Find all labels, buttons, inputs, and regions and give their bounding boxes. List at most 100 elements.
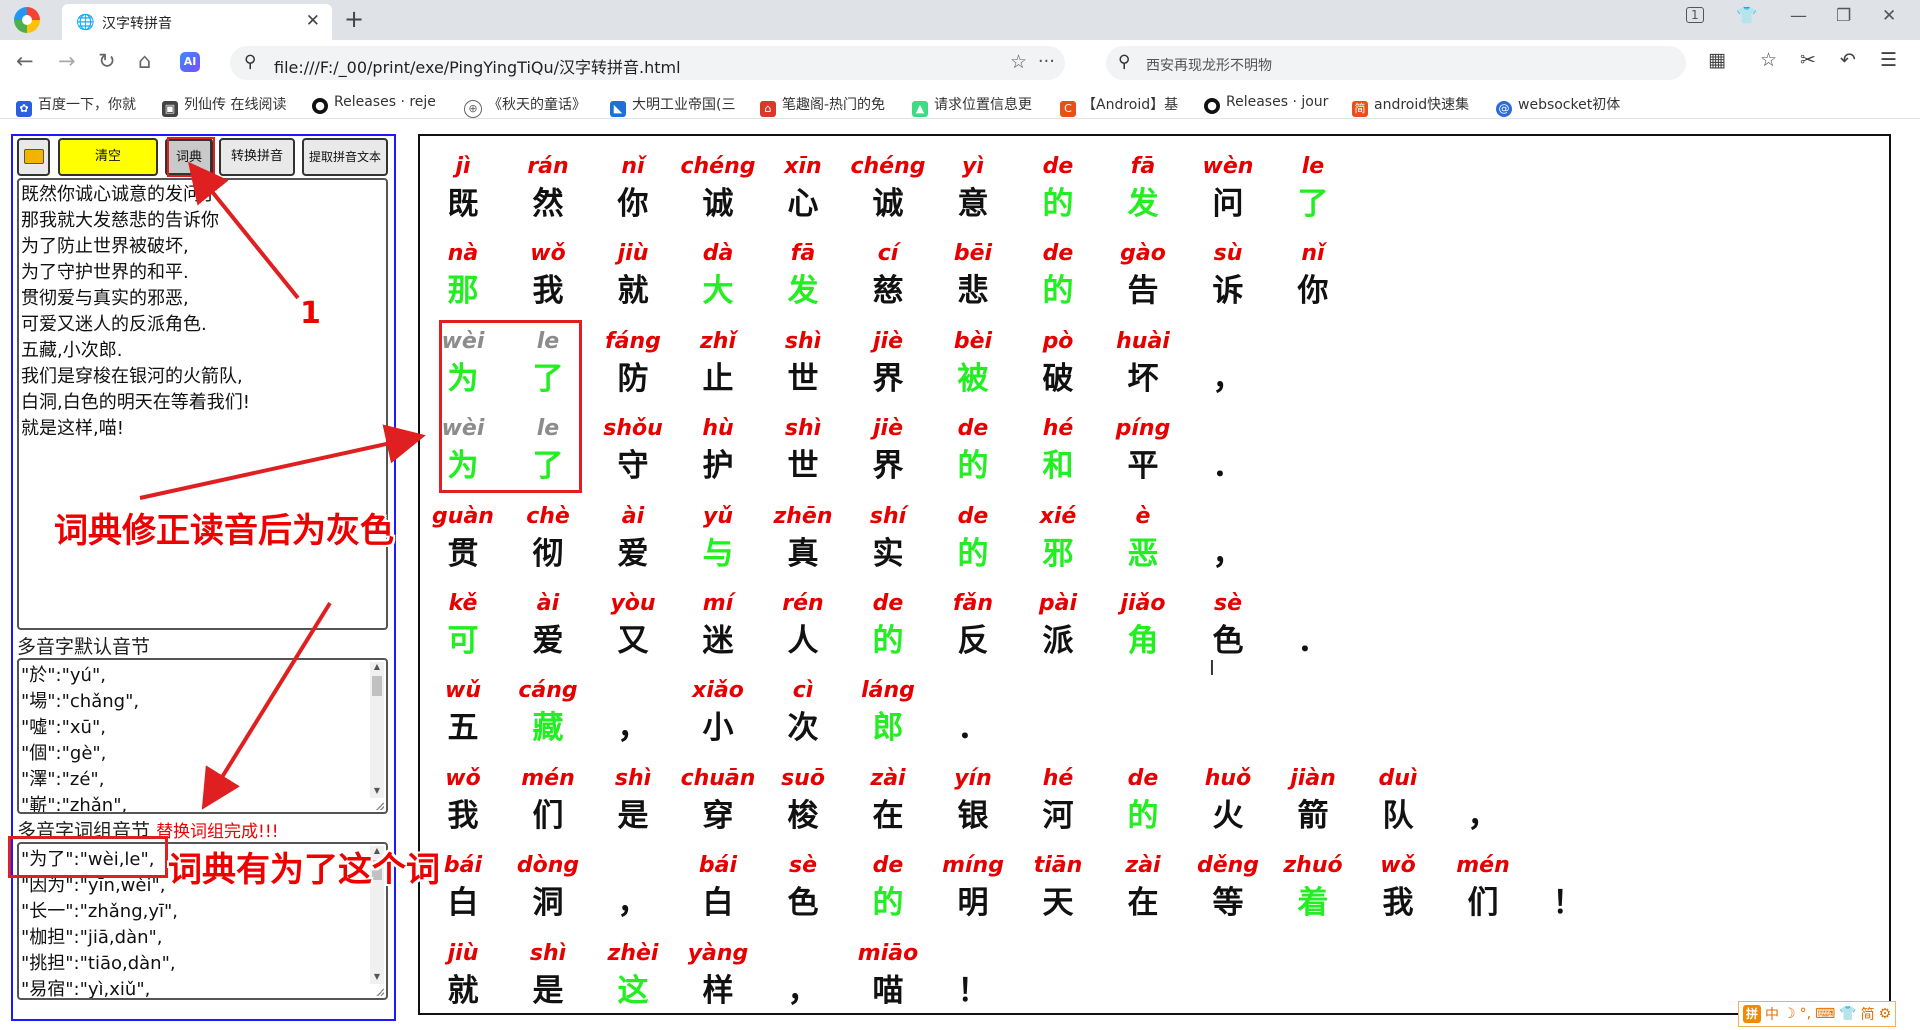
search-icon: ⚲: [1118, 52, 1131, 72]
forward-icon[interactable]: →: [58, 49, 76, 73]
keyboard-icon[interactable]: ⌨: [1815, 1006, 1835, 1022]
resize-handle-icon[interactable]: [374, 986, 384, 996]
star-icon[interactable]: ☆: [1010, 51, 1027, 73]
apps-grid-icon[interactable]: ▦: [1708, 49, 1726, 71]
shirt-icon[interactable]: 👕: [1736, 6, 1757, 26]
bookmark-0[interactable]: ✿ 百度一下，你就: [16, 94, 136, 117]
tab-bar: 🌐 汉字转拼音 ✕ + 1 👕 — ❐ ✕: [0, 0, 1920, 40]
hanzi-character: 就: [447, 972, 479, 1009]
pinyin-syllable: jiè: [872, 416, 903, 442]
bookmark-9[interactable]: 简 android快速集: [1352, 94, 1469, 117]
dict-line: "枷担":"jiā,dàn",: [21, 927, 163, 948]
minimize-icon[interactable]: —: [1790, 6, 1807, 26]
hanzi-character: 和: [1042, 448, 1074, 485]
open-file-button[interactable]: [17, 138, 50, 176]
hanzi-character: 的: [872, 885, 904, 922]
bookmark-5[interactable]: ⌂ 笔趣阁-热门的免: [760, 94, 885, 117]
favorites-icon[interactable]: ☆: [1760, 49, 1777, 71]
ime-simplified[interactable]: 简: [1861, 1004, 1875, 1024]
tab-count-badge[interactable]: 1: [1686, 7, 1704, 23]
pinyin-cell: yàng 样: [680, 939, 756, 1013]
bookmark-7[interactable]: C 【Android】基: [1060, 94, 1178, 117]
close-window-icon[interactable]: ✕: [1882, 6, 1896, 26]
pinyin-cell: de 的: [935, 502, 1011, 576]
hanzi-character: ，: [617, 710, 649, 747]
source-text-input[interactable]: 既然你诚心诚意的发问了 那我就大发慈悲的告诉你 为了防止世界被破坏, 为了守护世…: [17, 178, 388, 630]
text-cursor-icon: I: [1209, 656, 1215, 680]
scroll-thumb[interactable]: [372, 676, 382, 696]
ime-toolbar[interactable]: 拼 中 ☽ °, ⌨ 👕 简 ⚙: [1738, 1001, 1897, 1027]
pinyin-syllable: xīn: [784, 154, 822, 179]
home-icon[interactable]: ⌂: [138, 49, 151, 73]
pinyin-cell: bái 白: [680, 851, 756, 925]
bookmark-2[interactable]: ● Releases · reje: [312, 94, 436, 114]
dictionary-button-highlight: [167, 137, 215, 177]
new-tab-icon[interactable]: +: [344, 5, 364, 33]
scrollbar[interactable]: ▲ ▼: [370, 662, 384, 798]
book-icon: ▣: [162, 101, 178, 117]
bookmark-8[interactable]: ● Releases · jour: [1204, 94, 1328, 114]
bookmark-6[interactable]: ▲ 请求位置信息更: [912, 94, 1032, 117]
ime-chinese-mode[interactable]: 中: [1765, 1004, 1779, 1024]
hanzi-character: 的: [1042, 186, 1074, 222]
pinyin-cell: hé 和: [1020, 414, 1096, 488]
close-tab-icon[interactable]: ✕: [306, 11, 320, 31]
hanzi-character: 这: [617, 972, 649, 1009]
reload-icon[interactable]: ↻: [98, 49, 116, 73]
pinyin-syllable: hé: [1042, 416, 1074, 442]
search-box[interactable]: ⚲ 西安再现龙形不明物: [1106, 46, 1686, 80]
browser-logo-icon[interactable]: [14, 7, 40, 33]
pinyin-syllable: shí: [869, 503, 907, 529]
pinyin-syllable: yàng: [687, 940, 749, 966]
hanzi-character: 问: [1212, 186, 1244, 222]
hanzi-character: 迷: [702, 623, 734, 659]
bookmark-1[interactable]: ▣ 列仙传 在线阅读: [162, 94, 286, 117]
moon-icon[interactable]: ☽: [1783, 1006, 1796, 1022]
annotation-dict-note: 词典有为了这个词: [168, 850, 440, 890]
undo-icon[interactable]: ↶: [1840, 49, 1856, 71]
pinyin-cell: shǒu 守: [595, 414, 671, 488]
hanzi-character: 彻: [532, 535, 564, 572]
dict-line: "於":"yú",: [21, 665, 106, 686]
hanzi-character: 你: [617, 186, 649, 222]
pinyin-cell: wǒ 我: [1360, 851, 1436, 925]
convert-pinyin-button[interactable]: 转换拼音: [219, 138, 295, 176]
bookmark-4[interactable]: ◣ 大明工业帝国(三: [610, 94, 735, 117]
back-icon[interactable]: ←: [16, 49, 34, 73]
active-tab[interactable]: 🌐 汉字转拼音 ✕: [62, 4, 332, 40]
settings-gear-icon[interactable]: ⚙: [1879, 1006, 1892, 1022]
hanzi-character: 坏: [1127, 360, 1159, 397]
hanzi-character: 银: [957, 797, 989, 834]
menu-icon[interactable]: ☰: [1880, 49, 1897, 71]
address-bar[interactable]: ⚲ file:///F:/_00/print/exe/PingYingTiQu/…: [230, 46, 1065, 80]
pinyin-syllable: shì: [784, 328, 822, 354]
more-icon[interactable]: ···: [1038, 51, 1055, 72]
punctuation-icon[interactable]: °,: [1800, 1006, 1811, 1022]
clear-button[interactable]: 清空: [58, 138, 158, 176]
hanzi-character: 在: [1127, 885, 1159, 922]
pinyin-cell: de 的: [850, 851, 926, 925]
scroll-down-icon[interactable]: ▼: [370, 972, 384, 984]
pinyin-cell: xiǎo 小: [680, 676, 756, 750]
bookmark-3[interactable]: ⊕ 《秋天的童话》: [464, 94, 586, 118]
ai-icon[interactable]: AI: [180, 52, 200, 72]
extract-pinyin-button[interactable]: 提取拼音文本: [302, 138, 388, 176]
hanzi-character: 队: [1382, 797, 1414, 834]
scroll-down-icon[interactable]: ▼: [370, 786, 384, 798]
scroll-up-icon[interactable]: ▲: [370, 662, 384, 674]
restore-icon[interactable]: ❐: [1836, 6, 1851, 26]
hanzi-character: 既: [447, 186, 479, 222]
pinyin-cell: chè 彻: [510, 502, 586, 576]
resize-handle-icon[interactable]: [374, 800, 384, 810]
skin-icon[interactable]: 👕: [1839, 1006, 1856, 1022]
default-syllable-textarea[interactable]: "於":"yú", "場":"chǎng", "噓":"xū", "個":"gè…: [17, 658, 388, 814]
hanzi-character: 发: [1127, 186, 1159, 222]
search-input[interactable]: 西安再现龙形不明物: [1146, 55, 1272, 75]
pinyin-syllable: de: [957, 503, 989, 529]
bookmark-10[interactable]: @ websocket初体: [1496, 94, 1620, 117]
url-text[interactable]: file:///F:/_00/print/exe/PingYingTiQu/汉字…: [274, 54, 681, 78]
scissors-icon[interactable]: ✂: [1800, 49, 1816, 71]
ime-logo-icon[interactable]: 拼: [1743, 1005, 1761, 1023]
pinyin-cell: hé 河: [1020, 764, 1096, 838]
pinyin-syllable: guàn: [432, 503, 494, 529]
